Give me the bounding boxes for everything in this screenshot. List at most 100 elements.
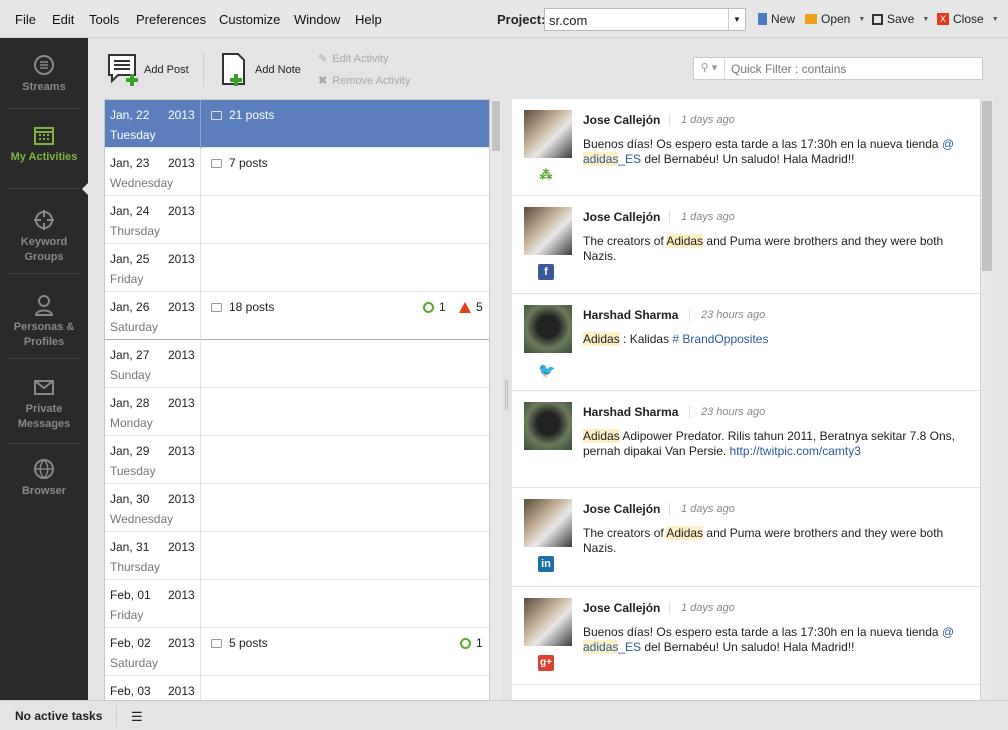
day-date: Jan, 30 [110,492,150,506]
post-author[interactable]: Harshad Sharma [583,405,678,419]
menu-file[interactable]: File [15,12,36,27]
save-button[interactable]: Save ▼ [872,12,929,26]
post-author[interactable]: Jose Callejón [583,210,660,224]
dropdown-icon[interactable]: ▼ [858,16,865,23]
menu-customize[interactable]: Customize [219,12,280,27]
post-item[interactable]: f Jose Callejón 1 days ago The creators … [512,196,980,294]
post-item[interactable]: g+ Jose Callejón 1 days ago Buenos días!… [512,587,980,685]
linkedin-icon: in [538,556,554,572]
post-text: The creators of Adidas and Puma were bro… [583,526,944,555]
calendar-day-row[interactable]: Feb, 03 2013 [105,676,489,700]
task-list-icon[interactable]: ☰ [116,706,143,726]
calendar-day-row[interactable]: Feb, 01 2013 Friday [105,580,489,628]
sidebar-item-private-messages[interactable]: Private Messages [6,376,82,432]
post-item[interactable]: ⁂ Jose Callejón 1 days ago Buenos días! … [512,99,980,196]
dropdown-icon[interactable]: ▼ [992,16,999,23]
sidebar-item-personas[interactable]: Personas & Profiles [6,294,82,350]
add-note-button[interactable]: Add Note [220,52,301,88]
quick-filter-input[interactable]: ⚲ ▾ Quick Filter : contains [693,57,983,80]
menu-preferences[interactable]: Preferences [136,12,206,27]
facebook-icon: f [538,264,554,280]
scrollbar-thumb[interactable] [982,101,992,271]
post-count[interactable]: 5 posts [211,636,268,650]
divider [8,358,80,359]
post-author[interactable]: Jose Callejón [583,601,660,615]
day-year: 2013 [168,492,195,506]
open-label: Open [821,12,851,26]
calendar-day-row[interactable]: Jan, 29 2013 Tuesday [105,436,489,484]
scheduled-badge[interactable]: 1 [460,636,483,650]
calendar-day-row[interactable]: Jan, 24 2013 Thursday [105,196,489,244]
day-weekday: Saturday [110,656,159,670]
post-time: 1 days ago [669,114,735,126]
scheduled-badge[interactable]: 1 [423,300,446,314]
calendar-day-row[interactable]: Jan, 28 2013 Monday [105,388,489,436]
post-author[interactable]: Jose Callejón [583,113,660,127]
project-select[interactable]: sr.com ▼ [544,8,746,31]
open-button[interactable]: Open ▼ [805,12,865,26]
day-year: 2013 [168,396,195,410]
remove-activity-button[interactable]: ✖ Remove Activity [318,74,410,88]
calendar-day-row[interactable]: Jan, 31 2013 Thursday [105,532,489,580]
search-icon[interactable]: ⚲ ▾ [694,58,725,79]
pencil-icon: ✎ [318,53,328,65]
post-item[interactable]: in Jose Callejón 1 days ago The creators… [512,488,980,587]
post-author[interactable]: Jose Callejón [583,502,660,516]
remove-icon: ✖ [318,75,328,87]
comment-icon [211,638,222,648]
menu-edit[interactable]: Edit [52,12,74,27]
post-count[interactable]: 21 posts [211,108,274,122]
menu-window[interactable]: Window [294,12,340,27]
post-text: Buenos días! Os espero esta tarde a las … [583,625,955,654]
chevron-down-icon[interactable]: ▼ [728,9,745,30]
calendar-day-row[interactable]: Jan, 22 2013 Tuesday 21 posts [105,100,489,148]
sidebar-label: Keyword Groups [20,236,68,263]
sidebar-item-my-activities[interactable]: My Activities [6,124,82,165]
project-label: Project: [497,12,546,27]
scheduled-count: 1 [476,636,483,650]
post-author[interactable]: Harshad Sharma [583,308,678,322]
calendar-day-row[interactable]: Jan, 30 2013 Wednesday [105,484,489,532]
day-date: Jan, 22 [110,108,150,122]
day-date: Jan, 24 [110,204,150,218]
calendar-scrollbar[interactable] [490,99,502,701]
feed-scrollbar[interactable] [980,99,993,701]
avatar [524,402,572,450]
post-link[interactable]: http://twitpic.com/camty3 [730,444,861,458]
scheduled-count: 1 [439,300,446,314]
post-item[interactable]: Harshad Sharma 23 hours ago Adidas Adipo… [512,391,980,488]
menu-tools[interactable]: Tools [89,12,119,27]
close-label: Close [953,12,984,26]
add-post-button[interactable]: Add Post [106,52,189,88]
calendar-icon [34,127,54,145]
calendar-day-row[interactable]: Jan, 23 2013 Wednesday 7 posts [105,148,489,196]
day-weekday: Tuesday [110,464,156,478]
globe-icon [34,459,54,479]
calendar-day-row[interactable]: Feb, 02 2013 Saturday 5 posts 1 [105,628,489,676]
divider [8,443,80,444]
day-weekday: Friday [110,608,144,622]
edit-activity-button[interactable]: ✎ Edit Activity [318,52,388,66]
sidebar-label: Browser [21,485,67,497]
post-count[interactable]: 18 posts [211,300,274,314]
post-count[interactable]: 7 posts [211,156,268,170]
sidebar-item-keyword-groups[interactable]: Keyword Groups [6,209,82,265]
menu-help[interactable]: Help [355,12,382,27]
sidebar-item-browser[interactable]: Browser [6,458,82,499]
streams-icon [34,55,54,75]
close-button[interactable]: X Close ▼ [937,12,999,26]
pane-splitter[interactable] [505,380,508,410]
calendar-day-row[interactable]: Jan, 25 2013 Friday [105,244,489,292]
sidebar-item-streams[interactable]: Streams [6,54,82,95]
day-weekday: Monday [110,416,153,430]
new-button[interactable]: New [758,12,795,26]
dropdown-icon[interactable]: ▼ [922,16,929,23]
post-item[interactable]: 🐦 Harshad Sharma 23 hours ago Adidas : K… [512,294,980,391]
alert-badge[interactable]: 5 [459,300,483,314]
post-count-label: 5 posts [229,636,268,650]
calendar-day-row[interactable]: Jan, 27 2013 Sunday [105,340,489,388]
divider [8,273,80,274]
add-note-icon [222,53,245,86]
scrollbar-thumb[interactable] [492,101,500,151]
calendar-day-row[interactable]: Jan, 26 2013 Saturday 18 posts 1 5 [105,292,489,340]
